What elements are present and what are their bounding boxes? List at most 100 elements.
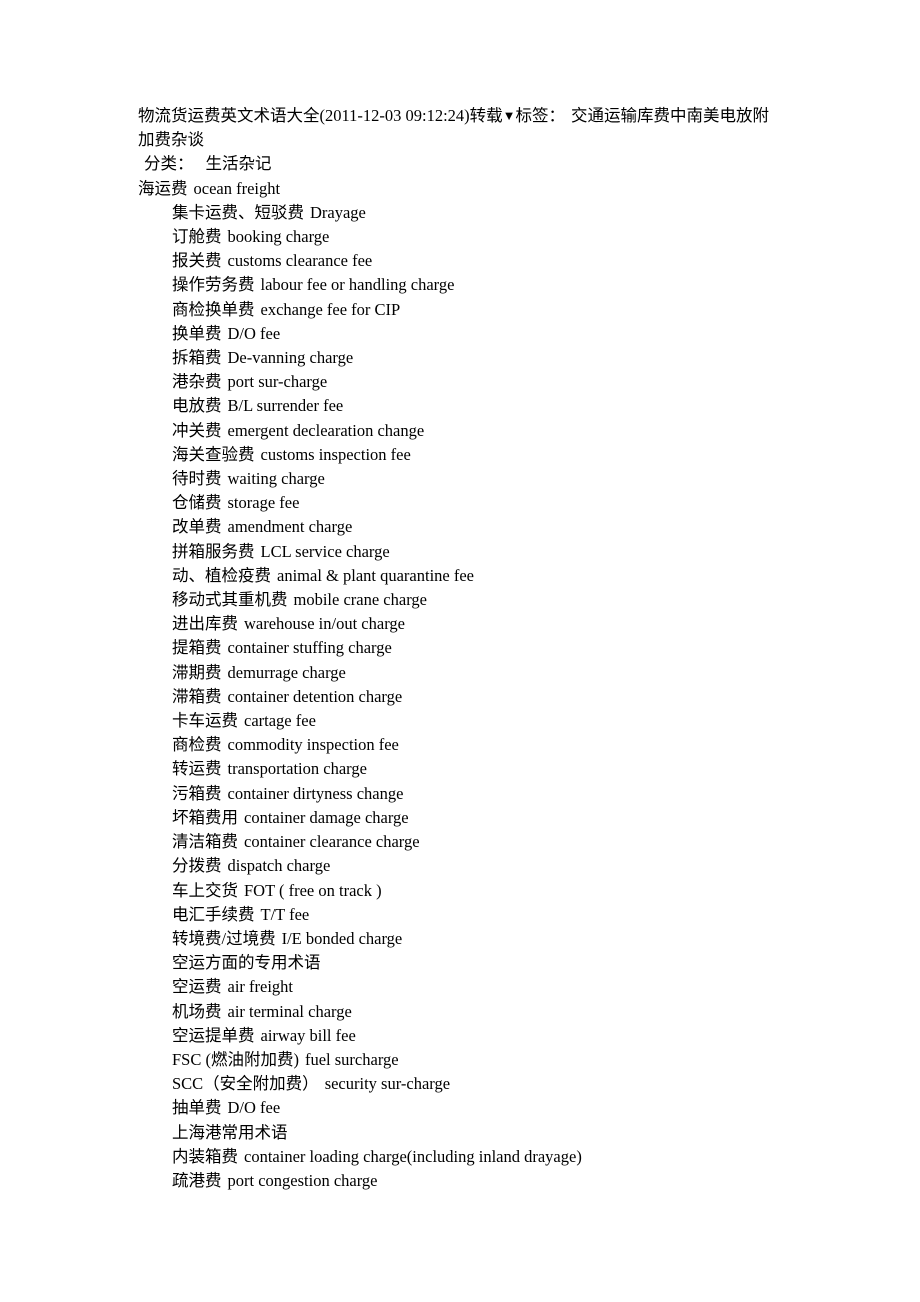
list-item: 拆箱费 De-vanning charge [138, 346, 818, 370]
term-english: LCL service charge [260, 541, 390, 561]
term-english: D/O fee [227, 1098, 281, 1118]
term-english: security sur-charge [324, 1074, 451, 1094]
glossary-term-list: 集卡运费、短驳费 Drayage 订舱费 booking charge 报关费 custo… [138, 201, 818, 1193]
term-chinese: 仓储费 [172, 493, 222, 513]
list-item: 滞期费 demurrage charge [138, 661, 818, 685]
term-chinese: 换单费 [172, 323, 222, 343]
list-item: 车上交货 FOT ( free on track ) [138, 879, 818, 903]
term-chinese: 港杂费 [172, 372, 222, 392]
term-english: customs inspection fee [260, 444, 411, 464]
term-english: labour fee or handling charge [260, 275, 455, 295]
term-chinese: SCC（安全附加费） [172, 1074, 319, 1094]
term-chinese: 滞箱费 [172, 686, 222, 706]
list-item: 港杂费 port sur-charge [138, 370, 818, 394]
term-chinese: 拆箱费 [172, 348, 222, 368]
list-item: 移动式其重机费 mobile crane charge [138, 588, 818, 612]
list-item: 清洁箱费 container clearance charge [138, 830, 818, 854]
root-term-english: ocean freight [193, 178, 281, 198]
term-english: booking charge [227, 227, 330, 247]
term-chinese: 电汇手续费 [172, 904, 255, 924]
term-english: air terminal charge [227, 1001, 352, 1021]
term-chinese: 内装箱费 [172, 1146, 238, 1166]
term-english: air freight [227, 977, 294, 997]
list-item: 电汇手续费 T/T fee [138, 903, 818, 927]
term-english: D/O fee [227, 323, 281, 343]
list-item: 订舱费 booking charge [138, 225, 818, 249]
list-item: 冲关费 emergent declearation change [138, 419, 818, 443]
category-label: 分类： [144, 154, 194, 174]
term-chinese: 空运费 [172, 977, 222, 997]
term-chinese: 报关费 [172, 251, 222, 271]
article-header: 物流货运费英文术语大全(2011-12-03 09:12:24)转载▼标签： 交通… [138, 104, 818, 177]
category-value[interactable]: 生活杂记 [206, 154, 272, 173]
list-item: 拼箱服务费 LCL service charge [138, 540, 818, 564]
term-english: storage fee [227, 493, 300, 513]
chevron-down-icon[interactable]: ▼ [503, 108, 516, 123]
list-item: 上海港常用术语 [138, 1121, 818, 1145]
term-chinese: 电放费 [172, 396, 222, 416]
term-chinese: 机场费 [172, 1001, 222, 1021]
term-english: port sur-charge [227, 372, 328, 392]
term-chinese: 滞期费 [172, 662, 222, 682]
term-english: container stuffing charge [227, 638, 392, 658]
list-item: 坏箱费用 container damage charge [138, 806, 818, 830]
term-chinese: 提箱费 [172, 638, 222, 658]
term-chinese: 海关查验费 [172, 444, 255, 464]
term-chinese: 改单费 [172, 517, 222, 537]
article-header-line-2: 分类： 生活杂记 [138, 152, 818, 176]
list-item: 报关费 customs clearance fee [138, 249, 818, 273]
list-item: 疏港费 port congestion charge [138, 1169, 818, 1193]
list-item: 集卡运费、短驳费 Drayage [138, 201, 818, 225]
term-english: transportation charge [227, 759, 367, 779]
term-english: demurrage charge [227, 662, 346, 682]
term-chinese: 分拨费 [172, 856, 222, 876]
term-english: waiting charge [227, 469, 325, 489]
term-english: FOT ( free on track ) [244, 880, 382, 900]
document-page: 物流货运费英文术语大全(2011-12-03 09:12:24)转载▼标签： 交通… [0, 0, 920, 1302]
list-item: 改单费 amendment charge [138, 515, 818, 539]
document-body: 物流货运费英文术语大全(2011-12-03 09:12:24)转载▼标签： 交通… [138, 104, 818, 1193]
list-item: 转运费 transportation charge [138, 757, 818, 781]
post-timestamp: (2011-12-03 09:12:24) [319, 106, 470, 125]
term-english: animal & plant quarantine fee [277, 565, 475, 585]
term-english: fuel surcharge [304, 1049, 399, 1069]
term-chinese: 转境费/过境费 [172, 928, 276, 948]
root-term-entry: 海运费 ocean freight [138, 177, 818, 201]
list-item: 待时费 waiting charge [138, 467, 818, 491]
term-chinese: 车上交货 [172, 880, 238, 900]
list-item: 抽单费 D/O fee [138, 1096, 818, 1120]
list-item: 电放费 B/L surrender fee [138, 394, 818, 418]
term-english: commodity inspection fee [227, 735, 399, 755]
term-chinese: 抽单费 [172, 1098, 222, 1118]
term-english: I/E bonded charge [281, 928, 403, 948]
term-chinese: 上海港常用术语 [172, 1122, 288, 1142]
list-item: 进出库费 warehouse in/out charge [138, 612, 818, 636]
list-item: 分拨费 dispatch charge [138, 854, 818, 878]
list-item: 海关查验费 customs inspection fee [138, 443, 818, 467]
term-english: Drayage [310, 202, 366, 222]
term-english: container damage charge [244, 807, 409, 827]
term-english: exchange fee for CIP [260, 299, 401, 319]
repost-label[interactable]: 转载 [470, 106, 503, 125]
list-item: 操作劳务费 labour fee or handling charge [138, 273, 818, 297]
term-english: container clearance charge [244, 832, 420, 852]
term-chinese: 污箱费 [172, 783, 222, 803]
term-chinese: 商检费 [172, 735, 222, 755]
term-english: amendment charge [227, 517, 353, 537]
term-english: cartage fee [244, 711, 316, 731]
term-english: B/L surrender fee [227, 396, 344, 416]
list-item: FSC (燃油附加费) fuel surcharge [138, 1048, 818, 1072]
list-item: 换单费 D/O fee [138, 322, 818, 346]
term-english: mobile crane charge [293, 590, 427, 610]
list-item: 卡车运费 cartage fee [138, 709, 818, 733]
root-term-chinese: 海运费 [138, 178, 188, 198]
list-item: 仓储费 storage fee [138, 491, 818, 515]
article-header-line-1: 物流货运费英文术语大全(2011-12-03 09:12:24)转载▼标签： 交通… [138, 104, 784, 152]
term-chinese: FSC (燃油附加费) [172, 1049, 299, 1069]
term-chinese: 拼箱服务费 [172, 541, 255, 561]
term-chinese: 坏箱费用 [172, 807, 238, 827]
term-chinese: 转运费 [172, 759, 222, 779]
list-item: 空运方面的专用术语 [138, 951, 818, 975]
list-item: SCC（安全附加费） security sur-charge [138, 1072, 818, 1096]
term-english: container dirtyness change [227, 783, 404, 803]
